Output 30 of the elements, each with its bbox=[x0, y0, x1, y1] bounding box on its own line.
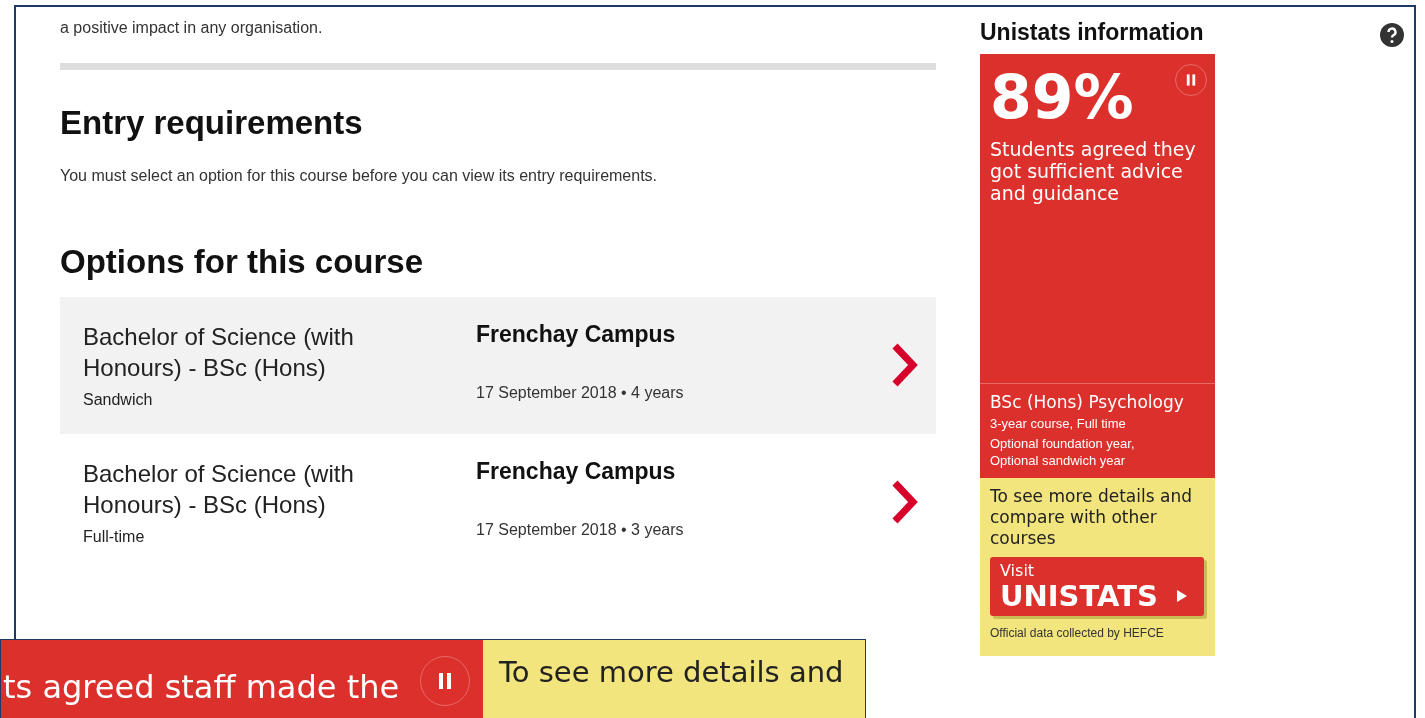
intro-text: a positive impact in any organisation. bbox=[60, 19, 324, 37]
option-details: 17 September 2018 • 3 years bbox=[476, 521, 685, 539]
visit-unistats-button[interactable]: Visit UNISTATS bbox=[990, 557, 1204, 616]
section-heading: Entry requirements bbox=[60, 104, 364, 142]
course-options: Optional foundation year, Optional sandwich year bbox=[990, 435, 1170, 469]
compare-text: To see more details and compare with other courses bbox=[990, 486, 1193, 549]
course-detail: 3-year course, Full time bbox=[990, 415, 1127, 432]
option-details: 17 September 2018 • 4 years bbox=[476, 384, 685, 402]
banner-stat-text: ts agreed staff made the bbox=[3, 668, 400, 706]
data-source-text: Official data collected by HEFCE bbox=[990, 626, 1165, 640]
course-option[interactable]: Bachelor of Science (with Honours) - BSc (Hons) Sandwich Frenchay Campus 17 September 2018 • 4 years bbox=[60, 297, 936, 434]
chevron-right-icon bbox=[890, 343, 918, 387]
banner-compare-text: To see more details and bbox=[499, 654, 845, 690]
unistats-heading: Unistats information bbox=[980, 19, 1205, 46]
option-title: Bachelor of Science (with Honours) - BSc (Hons) bbox=[83, 322, 355, 383]
course-name: BSc (Hons) Psychology bbox=[990, 392, 1185, 412]
pause-button[interactable] bbox=[420, 656, 470, 706]
section-heading: Options for this course bbox=[60, 243, 425, 281]
pause-icon bbox=[1184, 73, 1198, 87]
option-mode: Sandwich bbox=[83, 391, 154, 409]
option-campus: Frenchay Campus bbox=[476, 321, 677, 348]
entry-requirements-text: You must select an option for this course before you can view its entry requirements. bbox=[60, 167, 659, 185]
option-mode: Full-time bbox=[83, 528, 146, 546]
play-icon bbox=[1175, 589, 1188, 603]
option-title: Bachelor of Science (with Honours) - BSc (Hons) bbox=[83, 459, 355, 520]
stat-text: Students agreed they got sufficient advice and guidance bbox=[990, 138, 1197, 204]
option-campus: Frenchay Campus bbox=[476, 458, 677, 485]
help-icon[interactable] bbox=[1380, 23, 1404, 47]
chevron-right-icon bbox=[890, 480, 918, 524]
stat-percentage: 89% bbox=[990, 62, 1134, 132]
